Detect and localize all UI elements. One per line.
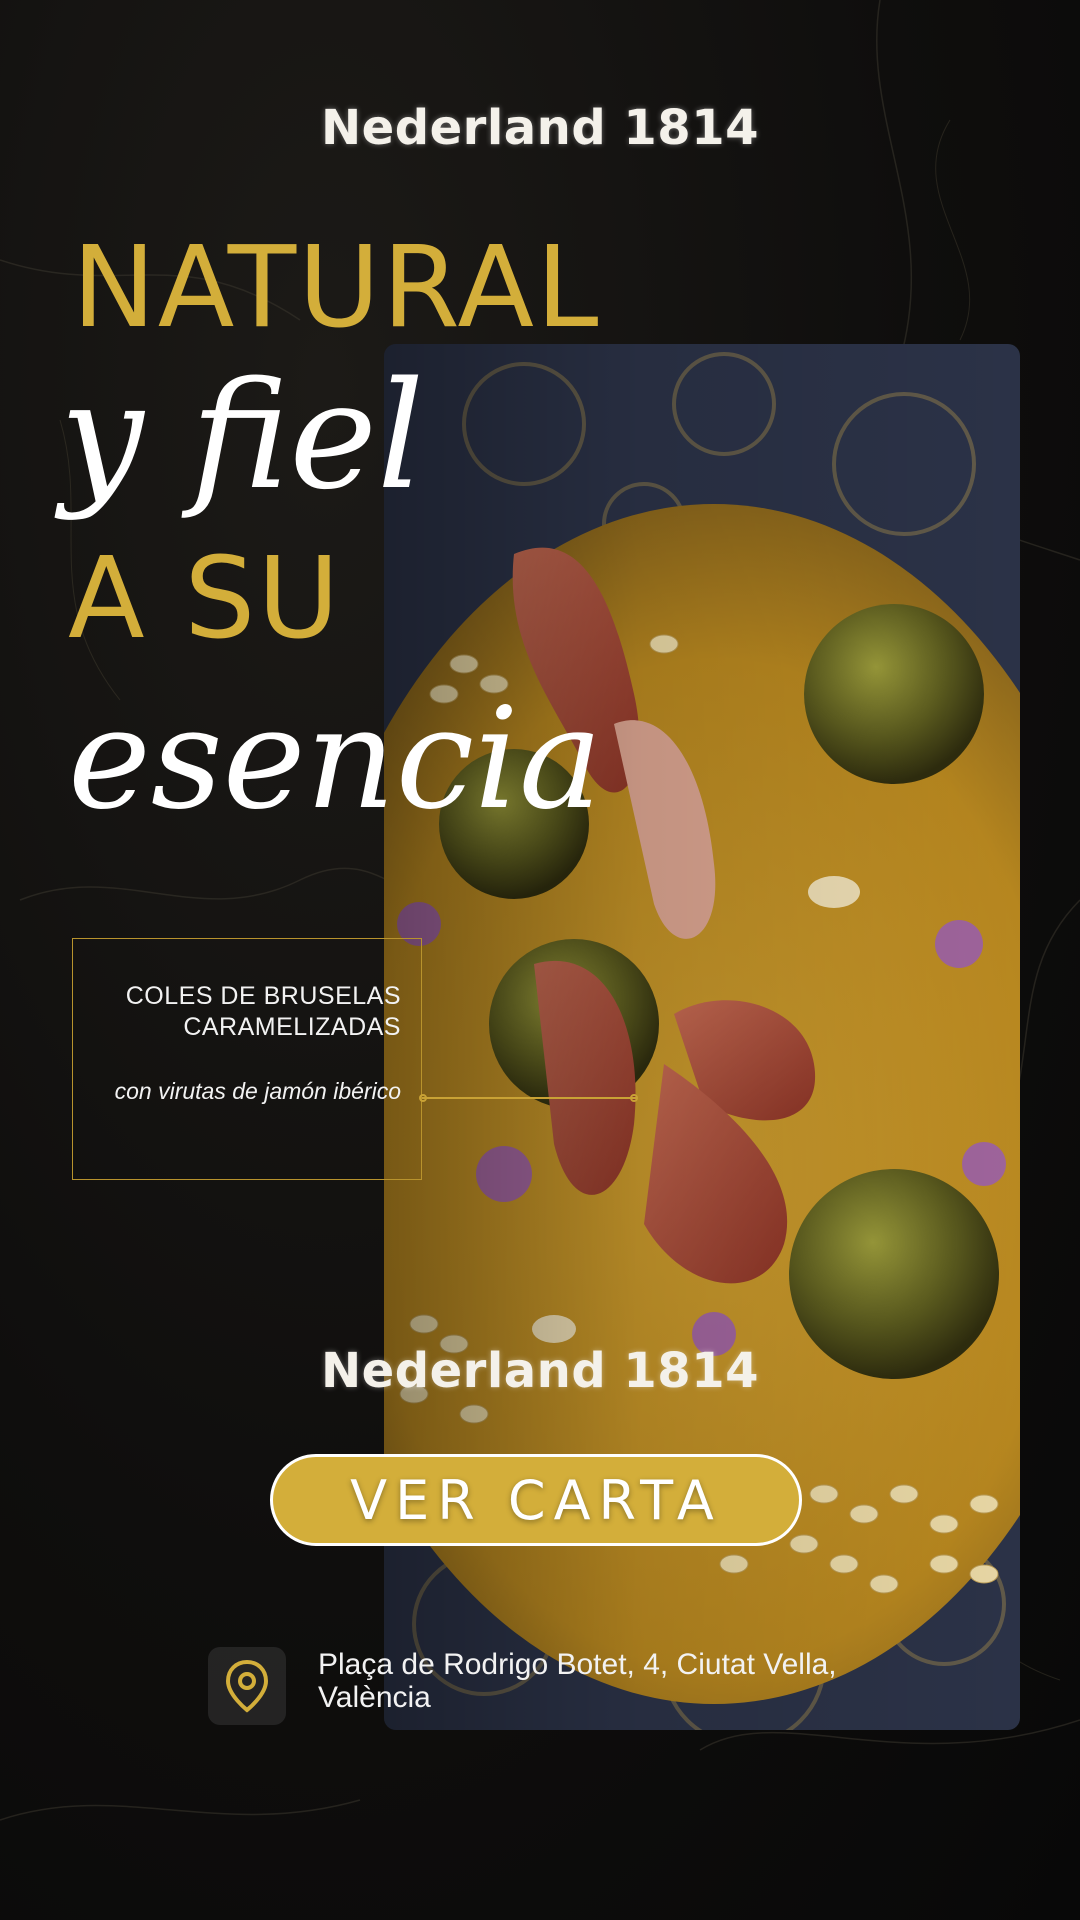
ver-carta-button[interactable]: VER CARTA <box>270 1454 802 1546</box>
headline-natural: NATURAL <box>72 223 601 353</box>
map-pin-icon <box>208 1647 286 1725</box>
dish-title: COLES DE BRUSELAS CARAMELIZADAS <box>125 982 401 1042</box>
dish-subtitle: con virutas de jamón ibérico <box>114 1078 401 1104</box>
address-text[interactable]: Plaça de Rodrigo Botet, 4, Ciutat Vella,… <box>318 1648 878 1714</box>
headline-esencia: esencia <box>68 678 603 841</box>
dish-connector-line <box>422 1097 636 1099</box>
connector-dot-left <box>419 1094 427 1102</box>
headline-y-fiel: y fiel <box>60 350 425 522</box>
dish-label-box: COLES DE BRUSELAS CARAMELIZADAS con viru… <box>72 938 422 1180</box>
connector-dot-right <box>630 1094 638 1102</box>
brand-logo-bottom: Nederland 1814 <box>321 1343 759 1399</box>
brand-logo-top: Nederland 1814 <box>321 100 759 156</box>
headline-a-su: A SU <box>68 534 342 664</box>
